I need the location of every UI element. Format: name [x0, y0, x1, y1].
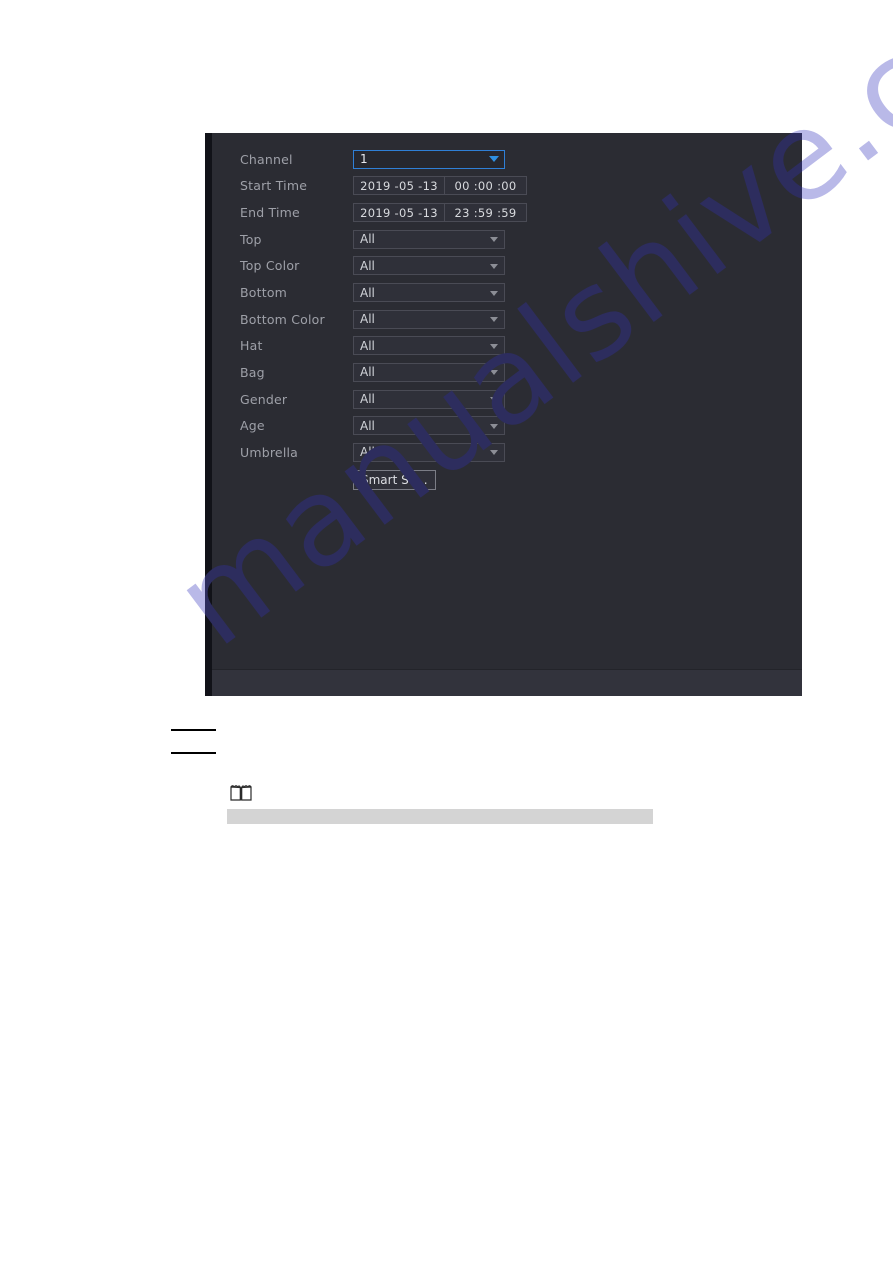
- bottom-color-value: All: [360, 312, 375, 327]
- bottom-color-select[interactable]: All: [353, 309, 505, 329]
- umbrella-select[interactable]: All: [353, 442, 505, 462]
- chevron-down-icon: [490, 343, 498, 349]
- chevron-down-icon: [490, 397, 498, 403]
- top-color-select[interactable]: All: [353, 256, 505, 276]
- chevron-down-icon: [490, 237, 498, 243]
- gender-select[interactable]: All: [353, 389, 505, 409]
- dialog-footer: [205, 669, 802, 696]
- chevron-down-icon: [490, 263, 498, 269]
- chevron-down-icon: [489, 156, 499, 163]
- chevron-down-icon: [490, 450, 498, 456]
- chevron-down-icon: [490, 317, 498, 323]
- end-time-value[interactable]: 23 :59 :59: [445, 204, 526, 221]
- bag-select[interactable]: All: [353, 362, 505, 382]
- age-value: All: [360, 418, 375, 433]
- age-select[interactable]: All: [353, 416, 505, 436]
- horizontal-rule-top: [171, 729, 216, 731]
- smart-search-button[interactable]: Smart Se...: [353, 469, 436, 490]
- start-date-value[interactable]: 2019 -05 -13: [354, 177, 445, 195]
- dialog-left-edge: [205, 133, 212, 696]
- umbrella-value: All: [360, 445, 375, 460]
- start-time-value[interactable]: 00 :00 :00: [445, 177, 526, 194]
- book-icon: [230, 785, 252, 801]
- end-date-value[interactable]: 2019 -05 -13: [354, 204, 445, 222]
- redacted-note-text: [227, 809, 653, 824]
- bag-value: All: [360, 365, 375, 380]
- chevron-down-icon: [490, 290, 498, 296]
- page-root: manualshive.com manualshive.com Channel …: [0, 0, 893, 1263]
- gender-value: All: [360, 392, 375, 407]
- top-value: All: [360, 232, 375, 247]
- channel-select[interactable]: 1: [353, 149, 505, 169]
- chevron-down-icon: [490, 423, 498, 429]
- horizontal-rule-bottom: [171, 752, 216, 754]
- end-time-field[interactable]: 2019 -05 -13 23 :59 :59: [353, 203, 527, 223]
- bottom-value: All: [360, 285, 375, 300]
- top-select[interactable]: All: [353, 229, 505, 249]
- hat-select[interactable]: All: [353, 336, 505, 356]
- channel-value: 1: [360, 152, 368, 167]
- top-color-value: All: [360, 258, 375, 273]
- start-time-field[interactable]: 2019 -05 -13 00 :00 :00: [353, 176, 527, 196]
- hat-value: All: [360, 338, 375, 353]
- chevron-down-icon: [490, 370, 498, 376]
- smart-search-dialog: manualshive.com Channel 1 Start Time 201…: [205, 133, 802, 696]
- bottom-select[interactable]: All: [353, 283, 505, 303]
